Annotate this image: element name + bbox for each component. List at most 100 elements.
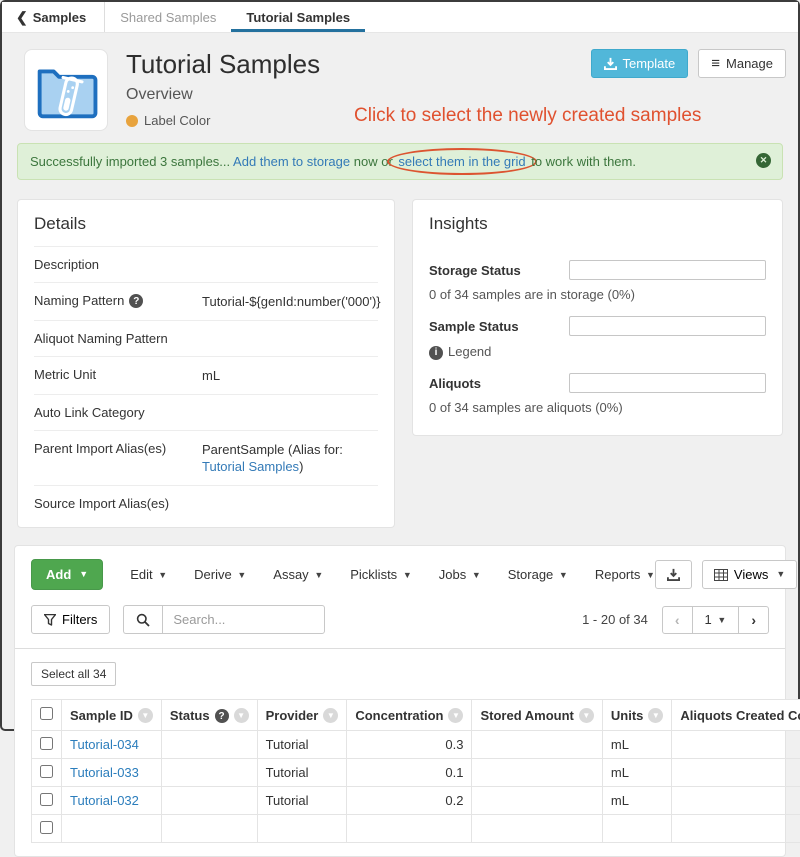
sample-type-icon-card bbox=[24, 49, 108, 131]
folder-testtube-icon bbox=[33, 59, 99, 121]
add-to-storage-link[interactable]: Add them to storage bbox=[233, 154, 350, 169]
detail-row-description: Description bbox=[34, 246, 378, 282]
select-in-grid-link[interactable]: select them in the grid bbox=[398, 154, 525, 169]
chevron-down-icon: ▼ bbox=[79, 569, 88, 579]
grid-icon bbox=[714, 569, 728, 581]
detail-row-aliquot-naming: Aliquot Naming Pattern bbox=[34, 320, 378, 356]
grid-toolbar: Add ▼ Edit ▼ Derive ▼ Assay ▼ Picklists … bbox=[31, 559, 769, 590]
page-subtitle: Overview bbox=[126, 86, 784, 104]
template-button[interactable]: Template bbox=[591, 49, 689, 78]
top-tab-bar: ❮ Samples Shared Samples Tutorial Sample… bbox=[2, 2, 798, 33]
insights-panel: Insights Storage Status 0 of 34 samples … bbox=[412, 199, 783, 436]
aliquots-bar bbox=[569, 373, 766, 393]
page-header: Tutorial Samples Overview Label Color Te… bbox=[2, 33, 798, 142]
menu-storage[interactable]: Storage ▼ bbox=[508, 567, 568, 582]
views-button[interactable]: Views ▼ bbox=[702, 560, 797, 589]
status-help-icon[interactable]: ? bbox=[215, 709, 229, 723]
sort-caret-icon[interactable]: ▼ bbox=[323, 708, 338, 723]
export-button[interactable] bbox=[655, 560, 692, 589]
insight-aliquots: Aliquots 0 of 34 samples are aliquots (0… bbox=[413, 373, 782, 415]
tab-samples-back[interactable]: ❮ Samples bbox=[6, 2, 105, 32]
legend-label: Legend bbox=[448, 344, 491, 359]
select-all-checkbox[interactable] bbox=[40, 707, 53, 720]
annotation-circle: select them in the grid bbox=[387, 148, 536, 175]
sort-caret-icon[interactable]: ▼ bbox=[234, 708, 249, 723]
help-question-icon[interactable]: ? bbox=[129, 294, 143, 308]
details-panel: Details Description Naming Pattern ? Tut… bbox=[17, 199, 395, 528]
col-concentration: Concentration▼ bbox=[347, 700, 472, 731]
label-color-dot bbox=[126, 115, 138, 127]
row-checkbox[interactable] bbox=[40, 793, 53, 806]
sort-caret-icon[interactable]: ▼ bbox=[448, 708, 463, 723]
tab-shared-samples[interactable]: Shared Samples bbox=[105, 2, 231, 32]
banner-text-suffix: to work with them. bbox=[531, 154, 636, 169]
funnel-icon bbox=[44, 614, 56, 626]
samples-table: Sample ID▼ Status?▼ Provider▼ Concentrat… bbox=[31, 699, 800, 843]
detail-row-source-alias: Source Import Alias(es) bbox=[34, 485, 378, 527]
parent-alias-link[interactable]: Tutorial Samples bbox=[202, 459, 299, 474]
prev-page-button[interactable]: ‹ bbox=[662, 606, 693, 634]
table-row: Tutorial-033 Tutorial 0.1 mL bbox=[32, 759, 800, 787]
page-select-button[interactable]: 1 ▼ bbox=[693, 606, 739, 634]
row-checkbox[interactable] bbox=[40, 737, 53, 750]
table-header-row: Sample ID▼ Status?▼ Provider▼ Concentrat… bbox=[32, 700, 800, 731]
add-button[interactable]: Add ▼ bbox=[31, 559, 103, 590]
download-icon bbox=[667, 568, 680, 581]
tab-back-label: Samples bbox=[33, 10, 86, 25]
menu-jobs[interactable]: Jobs ▼ bbox=[439, 567, 481, 582]
menu-derive[interactable]: Derive ▼ bbox=[194, 567, 246, 582]
col-provider: Provider▼ bbox=[257, 700, 347, 731]
detail-row-naming-pattern: Naming Pattern ? Tutorial-${genId:number… bbox=[34, 282, 378, 320]
insight-sample-status: Sample Status i Legend bbox=[413, 316, 782, 359]
table-row: Tutorial-032 Tutorial 0.2 mL bbox=[32, 787, 800, 815]
info-icon[interactable]: i bbox=[429, 346, 443, 360]
search-icon bbox=[136, 613, 150, 627]
divider bbox=[15, 648, 785, 649]
storage-status-bar bbox=[569, 260, 766, 280]
sample-grid-panel: Add ▼ Edit ▼ Derive ▼ Assay ▼ Picklists … bbox=[14, 545, 786, 857]
menu-picklists[interactable]: Picklists ▼ bbox=[350, 567, 412, 582]
sort-caret-icon[interactable]: ▼ bbox=[648, 708, 663, 723]
banner-close-icon[interactable]: ✕ bbox=[756, 153, 771, 168]
hamburger-icon: ≡ bbox=[711, 59, 720, 69]
col-units: Units▼ bbox=[602, 700, 672, 731]
annotation-text: Click to select the newly created sample… bbox=[354, 105, 701, 127]
success-banner: Successfully imported 3 samples... Add t… bbox=[17, 143, 783, 180]
sort-caret-icon[interactable]: ▼ bbox=[138, 708, 153, 723]
label-color-text: Label Color bbox=[144, 113, 211, 128]
search-icon-button[interactable] bbox=[123, 605, 162, 634]
grid-filterbar: Filters 1 - 20 of 34 ‹ 1 ▼ › bbox=[31, 605, 769, 634]
menu-edit[interactable]: Edit ▼ bbox=[130, 567, 167, 582]
col-stored-amount: Stored Amount▼ bbox=[472, 700, 602, 731]
col-sample-id: Sample ID▼ bbox=[62, 700, 162, 731]
manage-button[interactable]: ≡ Manage bbox=[698, 49, 786, 78]
download-icon bbox=[604, 57, 617, 70]
pager: ‹ 1 ▼ › bbox=[662, 606, 769, 634]
sort-caret-icon[interactable]: ▼ bbox=[579, 708, 594, 723]
row-checkbox[interactable] bbox=[40, 821, 53, 834]
next-page-button[interactable]: › bbox=[738, 606, 769, 634]
banner-text-prefix: Successfully imported 3 samples... bbox=[30, 154, 230, 169]
sample-id-link[interactable]: Tutorial-034 bbox=[70, 737, 139, 752]
table-row: Tutorial-034 Tutorial 0.3 mL bbox=[32, 731, 800, 759]
sample-status-bar bbox=[569, 316, 766, 336]
insight-storage-status: Storage Status 0 of 34 samples are in st… bbox=[413, 260, 782, 302]
sample-id-link[interactable]: Tutorial-032 bbox=[70, 793, 139, 808]
insights-title: Insights bbox=[413, 200, 782, 246]
tab-tutorial-samples[interactable]: Tutorial Samples bbox=[231, 2, 365, 32]
pagination-range: 1 - 20 of 34 bbox=[582, 612, 648, 627]
details-title: Details bbox=[18, 200, 394, 246]
search-input[interactable] bbox=[162, 605, 325, 634]
chevron-down-icon: ▼ bbox=[776, 569, 785, 579]
detail-row-auto-link: Auto Link Category bbox=[34, 394, 378, 430]
row-checkbox[interactable] bbox=[40, 765, 53, 778]
menu-reports[interactable]: Reports ▼ bbox=[595, 567, 655, 582]
filters-button[interactable]: Filters bbox=[31, 605, 110, 634]
chevron-left-icon: ❮ bbox=[16, 9, 28, 26]
col-status: Status?▼ bbox=[161, 700, 257, 731]
sample-id-link[interactable]: Tutorial-033 bbox=[70, 765, 139, 780]
col-aliquots-created-count: Aliquots Created Count▼ bbox=[672, 700, 800, 731]
menu-assay[interactable]: Assay ▼ bbox=[273, 567, 323, 582]
select-all-button[interactable]: Select all 34 bbox=[31, 662, 116, 686]
table-row-partial bbox=[32, 815, 800, 843]
